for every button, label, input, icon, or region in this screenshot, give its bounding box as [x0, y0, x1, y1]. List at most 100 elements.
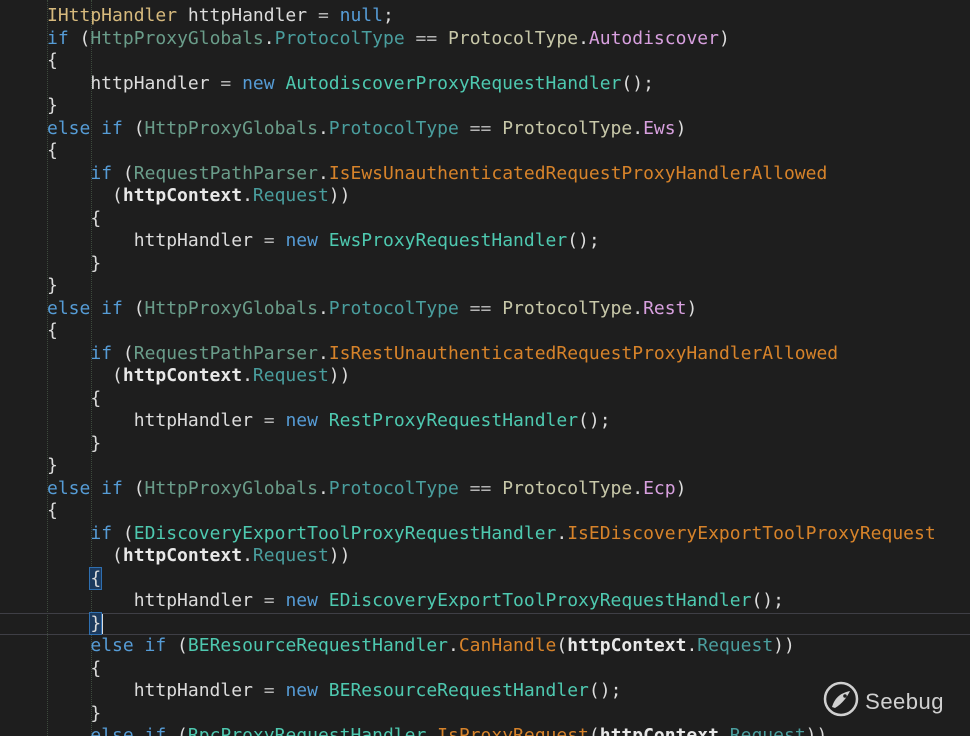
code-token: if	[90, 162, 113, 184]
code-token: ))	[328, 365, 351, 386]
code-token: .	[242, 185, 253, 206]
code-token: new	[285, 230, 318, 251]
code-token: (	[112, 522, 134, 544]
code-token: RpcProxyRequestHandler	[187, 725, 427, 736]
code-token: (	[68, 27, 91, 49]
code-line[interactable]: httpHandler = new EwsProxyRequestHandler…	[0, 230, 970, 252]
code-line[interactable]: else if (HttpProxyGlobals.ProtocolType =…	[0, 118, 970, 140]
code-token: new	[285, 590, 318, 611]
code-token: IHttpHandler	[47, 5, 178, 26]
code-token: else if	[47, 477, 123, 499]
seebug-watermark: Seebug	[823, 681, 944, 722]
code-token: {	[47, 387, 102, 409]
code-token: EDiscoveryExportToolProxyRequestHandler	[328, 590, 752, 611]
code-token: ))	[805, 725, 828, 736]
code-token: ProtocolType	[328, 477, 459, 499]
code-line[interactable]: {	[0, 208, 970, 230]
code-line[interactable]: {	[0, 320, 970, 342]
code-token: if	[90, 342, 113, 364]
code-token: httpContext	[599, 725, 719, 736]
code-line[interactable]: else if (HttpProxyGlobals.ProtocolType =…	[0, 298, 970, 320]
code-line[interactable]: else if (BEResourceRequestHandler.CanHan…	[0, 635, 970, 657]
code-line[interactable]: {	[0, 566, 970, 590]
code-token: httpHandler	[177, 5, 318, 26]
code-line[interactable]: httpHandler = new EDiscoveryExportToolPr…	[0, 590, 970, 612]
code-token: if	[90, 522, 113, 544]
code-token: }	[89, 611, 103, 635]
code-token: httpHandler	[47, 680, 264, 701]
code-token: ();	[621, 72, 654, 94]
code-line[interactable]: if (RequestPathParser.IsRestUnauthentica…	[0, 343, 970, 365]
code-token: new	[285, 410, 318, 431]
seebug-logo-icon	[823, 681, 859, 722]
code-token: ==	[458, 477, 503, 499]
code-line[interactable]: if (RequestPathParser.IsEwsUnauthenticat…	[0, 163, 970, 185]
code-token: RestProxyRequestHandler	[328, 410, 579, 431]
code-token: (	[112, 342, 134, 364]
code-token: .	[686, 635, 698, 656]
code-token: httpContext	[567, 635, 687, 656]
code-line[interactable]: else if (HttpProxyGlobals.ProtocolType =…	[0, 478, 970, 500]
code-token: httpContext	[122, 365, 243, 386]
code-token: EwsProxyRequestHandler	[328, 230, 568, 251]
code-token: }	[47, 702, 102, 724]
code-token: else if	[90, 725, 167, 736]
code-line[interactable]: }	[0, 253, 970, 275]
code-line[interactable]: {	[0, 658, 970, 680]
code-line[interactable]: IHttpHandler httpHandler = null;	[0, 5, 970, 27]
code-line[interactable]: {	[0, 388, 970, 410]
code-token: .	[317, 162, 329, 184]
code-line[interactable]: }	[0, 95, 970, 117]
code-token: (	[588, 725, 600, 736]
code-line[interactable]: {	[0, 50, 970, 72]
code-token: ;	[382, 5, 394, 26]
code-token: Ecp	[643, 477, 676, 499]
code-token: .	[632, 117, 644, 139]
code-editor[interactable]: IHttpHandler httpHandler = null; if (Http…	[0, 0, 970, 736]
code-token: (	[122, 297, 145, 319]
code-token: else if	[47, 297, 123, 319]
code-line[interactable]: httpHandler = new AutodiscoverProxyReque…	[0, 73, 970, 95]
code-line[interactable]: {	[0, 500, 970, 522]
code-line[interactable]: (httpContext.Request))	[0, 545, 970, 567]
code-line[interactable]: if (EDiscoveryExportToolProxyRequestHand…	[0, 523, 970, 545]
code-token: (	[122, 477, 145, 499]
code-line[interactable]: (httpContext.Request))	[0, 365, 970, 387]
code-token: ==	[458, 117, 503, 139]
code-line[interactable]: }	[0, 611, 970, 635]
code-line[interactable]: }	[0, 433, 970, 455]
code-line[interactable]: }	[0, 275, 970, 297]
code-line[interactable]: httpHandler = new RestProxyRequestHandle…	[0, 410, 970, 432]
code-token: .	[242, 545, 253, 566]
code-token: (	[166, 725, 188, 736]
code-line[interactable]: {	[0, 140, 970, 162]
seebug-logo-text: Seebug	[865, 688, 944, 714]
code-token: ))	[773, 635, 795, 656]
code-token: .	[317, 117, 329, 139]
code-token: RequestPathParser	[133, 162, 318, 184]
code-token: =	[263, 590, 275, 611]
code-token: HttpProxyGlobals	[90, 27, 264, 49]
code-line[interactable]: if (HttpProxyGlobals.ProtocolType == Pro…	[0, 28, 970, 50]
code-token: httpContext	[122, 545, 243, 566]
code-token: IsRestUnauthenticatedRequestProxyHandler…	[328, 342, 839, 364]
code-token: new	[285, 680, 318, 701]
code-token: =	[263, 230, 275, 251]
code-token: }	[47, 252, 102, 274]
code-token: {	[47, 500, 58, 521]
code-token: Autodiscover	[588, 27, 719, 49]
code-line[interactable]: }	[0, 455, 970, 477]
code-token: }	[47, 275, 58, 296]
code-token: =	[317, 5, 329, 26]
code-line[interactable]: else if (RpcProxyRequestHandler.IsProxyR…	[0, 725, 970, 736]
code-line[interactable]: (httpContext.Request))	[0, 185, 970, 207]
code-token: if	[47, 27, 69, 49]
code-token: ))	[328, 545, 351, 566]
code-token: (	[556, 635, 568, 656]
code-token: Request	[729, 725, 806, 736]
